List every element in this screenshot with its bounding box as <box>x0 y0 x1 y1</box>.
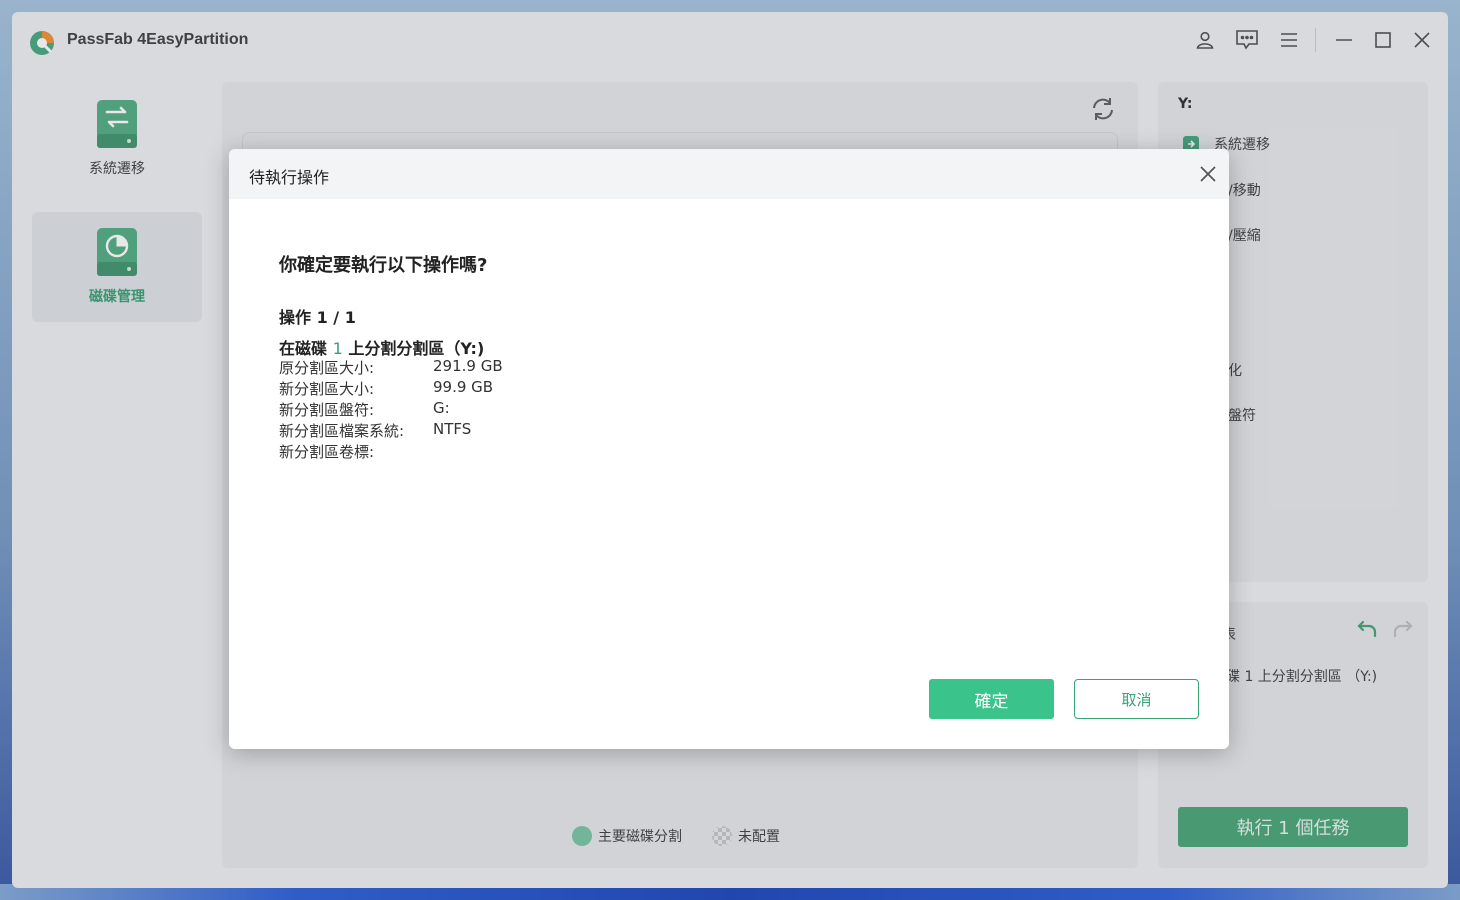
detail-label: 新分割區大小: <box>279 380 375 398</box>
op-heading-suffix: 上分割分割區（Y:) <box>348 339 485 358</box>
detail-label: 新分割區盤符: <box>279 401 375 419</box>
dialog-header: 待執行操作 <box>229 149 1229 199</box>
detail-value: 291.9 GB <box>433 357 503 375</box>
detail-label: 原分割區大小: <box>279 359 375 377</box>
pending-operations-dialog: 待執行操作 你確定要執行以下操作嗎? 操作 1 / 1 在磁碟 1 上分割分割區… <box>229 149 1229 749</box>
op-heading-disk-number: 1 <box>332 339 343 358</box>
detail-value: NTFS <box>433 420 472 438</box>
detail-row-new-size: 新分割區大小: 99.9 GB <box>279 378 493 399</box>
op-heading-prefix: 在磁碟 <box>279 339 328 358</box>
operation-heading: 在磁碟 1 上分割分割區（Y:) <box>279 335 484 359</box>
dialog-close-icon[interactable] <box>1197 163 1219 185</box>
detail-label: 新分割區檔案系統: <box>279 422 405 440</box>
operation-count: 操作 1 / 1 <box>279 308 356 327</box>
detail-row-volume-label: 新分割區卷標: <box>279 441 433 462</box>
confirm-question: 你確定要執行以下操作嗎? <box>279 255 488 276</box>
cancel-button[interactable]: 取消 <box>1074 679 1199 719</box>
detail-label: 新分割區卷標: <box>279 443 375 461</box>
detail-value: G: <box>433 399 450 417</box>
detail-row-original-size: 原分割區大小: 291.9 GB <box>279 357 503 378</box>
detail-value: 99.9 GB <box>433 378 494 396</box>
detail-row-file-system: 新分割區檔案系統: NTFS <box>279 420 471 441</box>
confirm-button[interactable]: 確定 <box>929 679 1054 719</box>
dialog-title: 待執行操作 <box>249 168 330 187</box>
detail-row-drive-letter: 新分割區盤符: G: <box>279 399 450 420</box>
